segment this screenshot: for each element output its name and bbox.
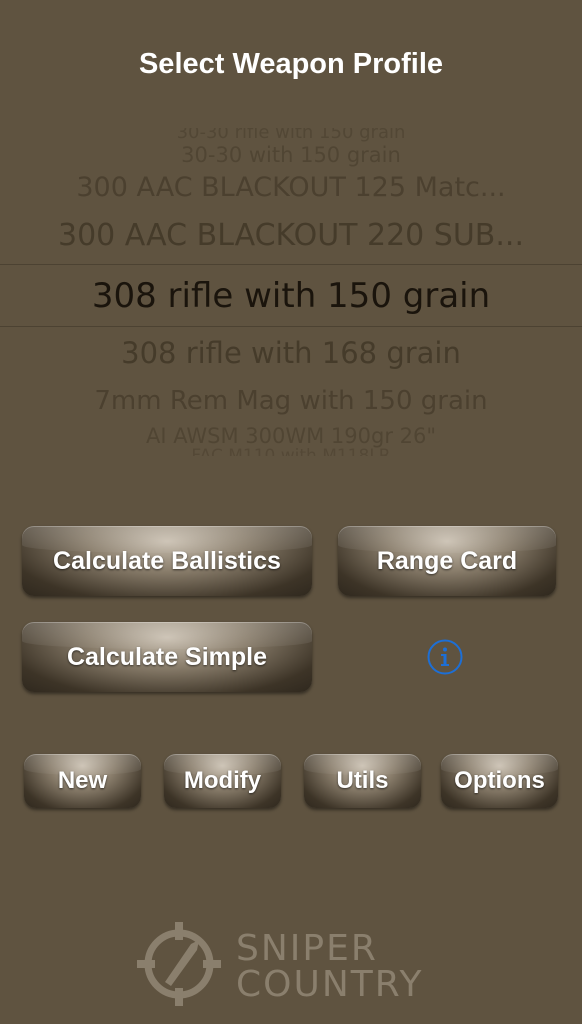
picker-item[interactable]: 300 AAC BLACKOUT 125 Matc... [0,172,582,203]
utils-button[interactable]: Utils [304,754,421,808]
range-card-label: Range Card [376,546,518,575]
calculate-simple-button[interactable]: Calculate Simple [22,622,312,692]
picker-item[interactable]: AI AWSM 300WM 190gr 26" [0,424,582,448]
picker-item[interactable]: 308 rifle with 168 grain [0,336,582,370]
utils-label: Utils [336,767,389,794]
picker-item[interactable]: 30-30 rifle with 150 grain [0,128,582,143]
range-card-button[interactable]: Range Card [338,526,556,596]
weapon-profile-picker[interactable]: 30-30 rifle with 150 grain 30-30 with 15… [0,128,582,456]
picker-item[interactable]: FAC M110 with M118LR [0,446,582,456]
new-label: New [57,767,108,794]
logo-text-line1: SNIPER [236,928,378,969]
calculate-simple-label: Calculate Simple [66,642,268,671]
sniper-country-logo-icon [137,922,221,1006]
logo-text-line2: COUNTRY [236,964,424,1005]
picker-selection-top-line [0,264,582,265]
info-icon[interactable] [427,639,463,675]
picker-item[interactable]: 30-30 with 150 grain [0,143,582,167]
modify-button[interactable]: Modify [164,754,281,808]
options-label: Options [454,767,545,794]
picker-item[interactable]: 7mm Rem Mag with 150 grain [0,386,582,416]
calculate-ballistics-button[interactable]: Calculate Ballistics [22,526,312,596]
modify-label: Modify [183,767,262,794]
picker-item[interactable]: 300 AAC BLACKOUT 220 SUB... [0,218,582,253]
picker-item-selected[interactable]: 308 rifle with 150 grain [0,276,582,316]
options-button[interactable]: Options [441,754,558,808]
new-button[interactable]: New [24,754,141,808]
calculate-ballistics-label: Calculate Ballistics [53,546,281,575]
page-title: Select Weapon Profile [138,48,444,80]
picker-selection-bottom-line [0,326,582,327]
